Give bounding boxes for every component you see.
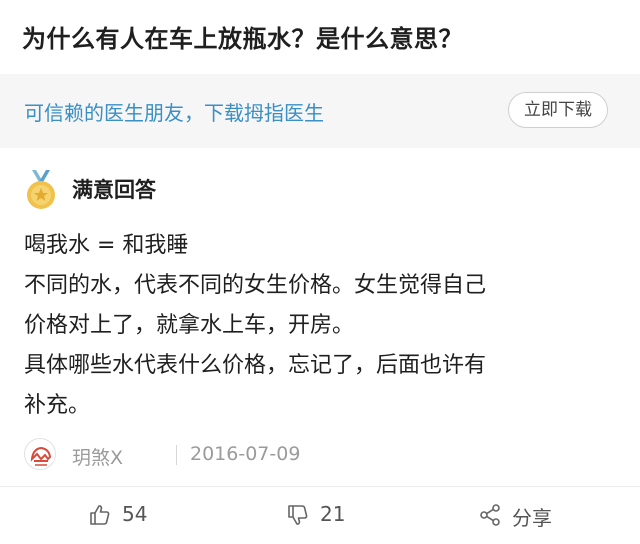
divider	[0, 486, 640, 487]
dislike-count: 21	[320, 502, 346, 526]
share-label: 分享	[512, 506, 552, 530]
author-row: 玥煞X 2016-07-09	[24, 436, 624, 472]
answer-line: 价格对上了，就拿水上车，开房。	[24, 313, 355, 338]
banner-text[interactable]: 可信赖的医生朋友，下载拇指医生	[24, 97, 324, 126]
answer-line: 不同的水，代表不同的女生价格。女生觉得自己	[24, 273, 487, 298]
post-date: 2016-07-09	[190, 443, 301, 465]
like-button[interactable]: 54	[88, 500, 168, 532]
share-icon	[480, 504, 500, 526]
answer-line: 喝我水 = 和我睡	[24, 233, 189, 258]
thumbs-down-icon	[288, 505, 308, 525]
avatar[interactable]	[24, 438, 56, 470]
answer-line: 具体哪些水代表什么价格，忘记了，后面也许有	[24, 353, 487, 378]
divider	[176, 445, 177, 465]
medal-icon	[27, 170, 55, 209]
satisfied-answer-label: 满意回答	[72, 178, 156, 202]
author-name[interactable]: 玥煞X	[72, 443, 123, 470]
like-count: 54	[122, 502, 148, 526]
dislike-button[interactable]: 21	[286, 500, 366, 532]
question-title: 为什么有人在车上放瓶水？是什么意思？	[22, 25, 463, 53]
download-button[interactable]: 立即下载	[508, 92, 608, 128]
answer-header: 满意回答	[0, 160, 640, 216]
question-header: 为什么有人在车上放瓶水？是什么意思？	[0, 0, 640, 74]
answer-body: 喝我水 = 和我睡 不同的水，代表不同的女生价格。女生觉得自己 价格对上了，就拿…	[24, 226, 624, 426]
answer-line: 补充。	[24, 393, 91, 418]
thumbs-up-icon	[90, 505, 110, 525]
share-button[interactable]: 分享	[478, 500, 568, 532]
